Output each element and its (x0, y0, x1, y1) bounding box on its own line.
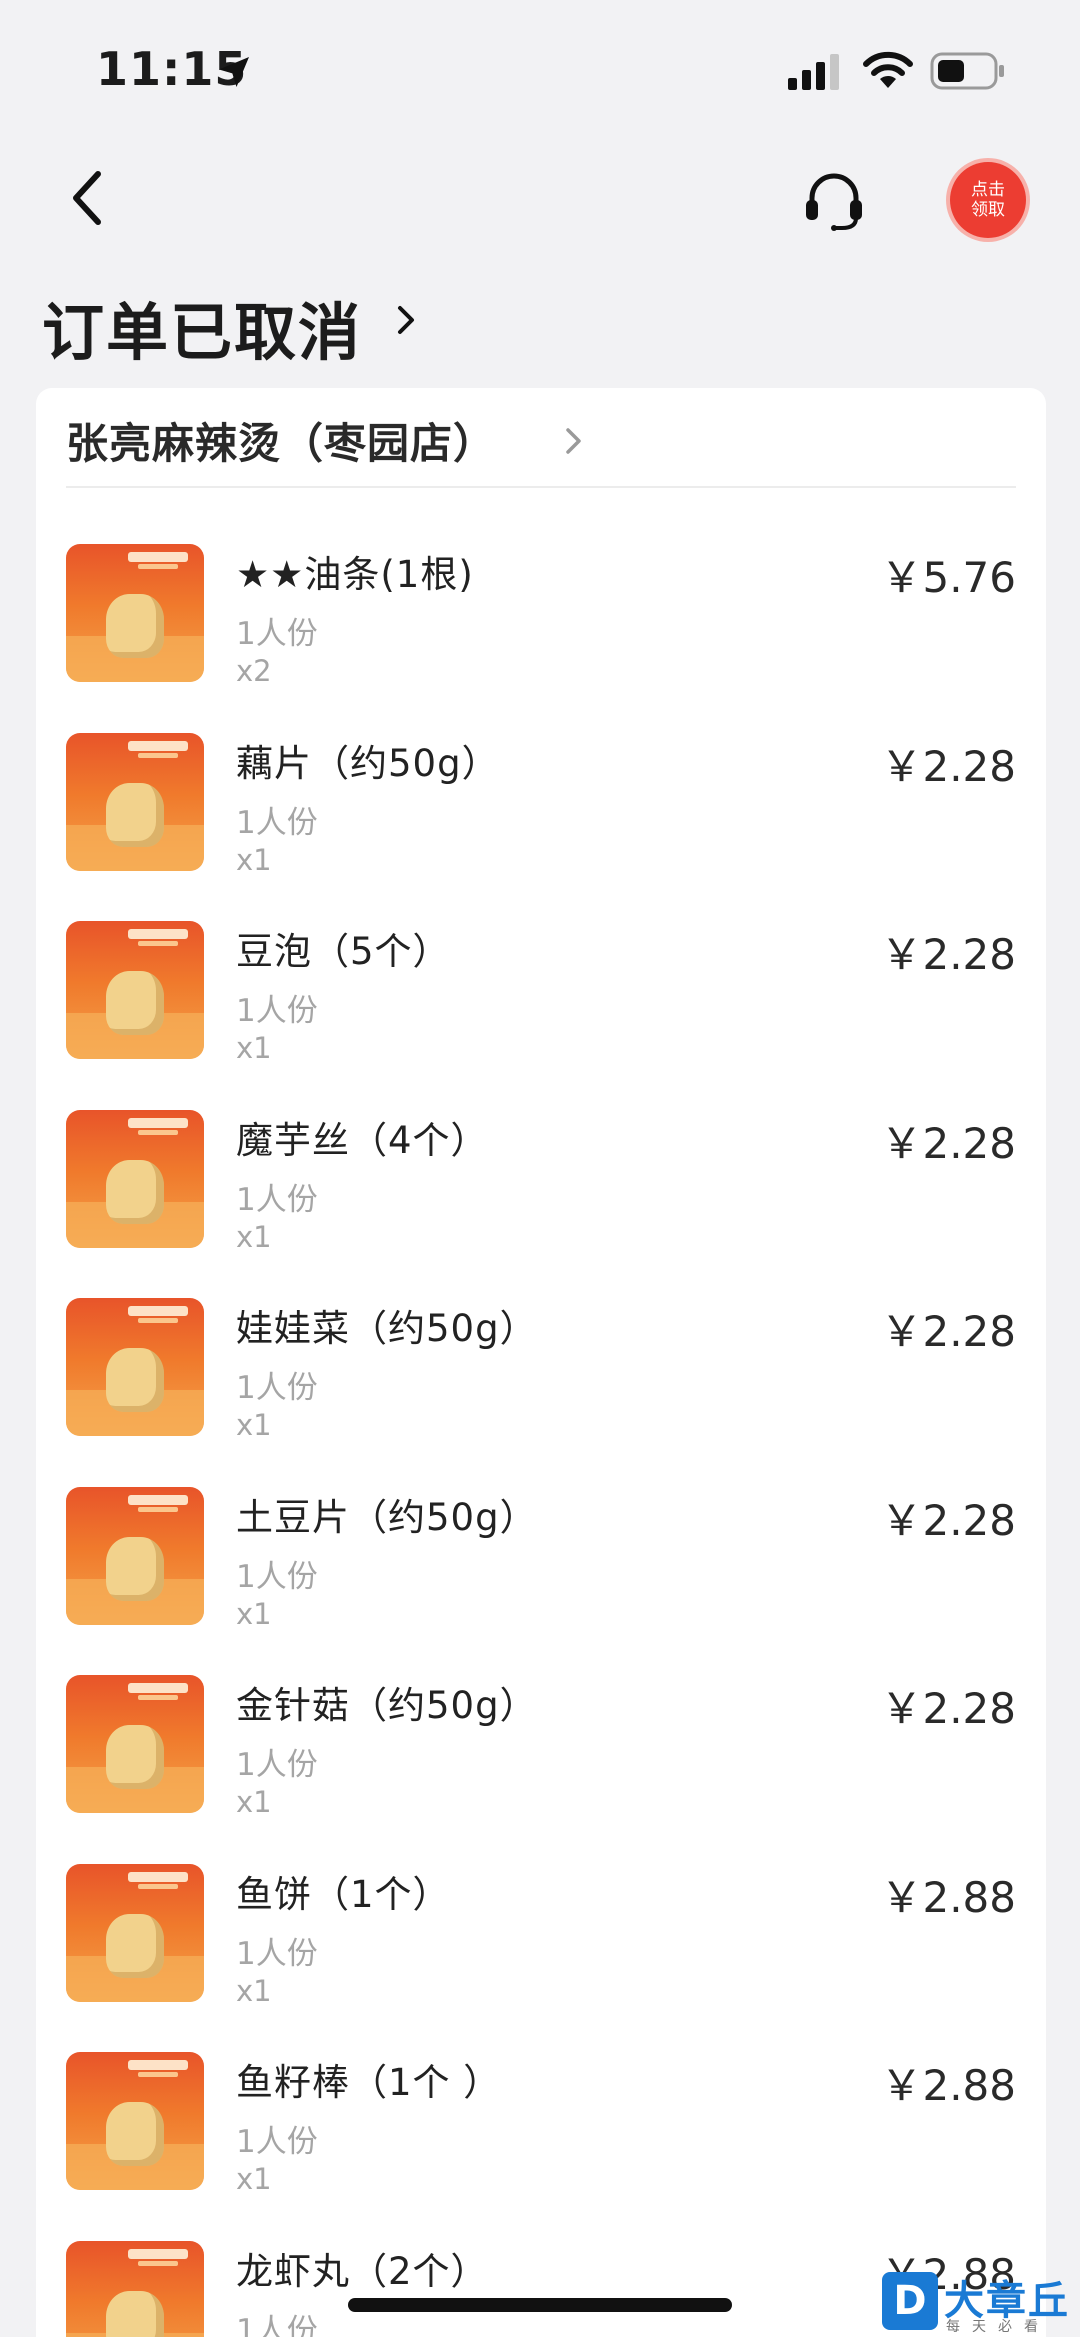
brand-logo-icon (128, 2060, 188, 2078)
item-price: ￥2.88 (880, 1872, 1016, 1922)
item-thumbnail (66, 1486, 204, 1625)
item-price: ￥2.28 (880, 1495, 1016, 1545)
brand-logo-icon (128, 929, 188, 947)
item-name: 藕片（约50g） (236, 741, 500, 785)
item-name: 土豆片（约50g） (236, 1495, 538, 1539)
item-thumbnail (66, 1298, 204, 1436)
chevron-right-icon[interactable] (392, 298, 422, 342)
item-thumbnail (66, 2052, 204, 2190)
order-item[interactable]: 鱼饼（1个） 1人份 x1 ￥2.88 (66, 1863, 1016, 2053)
order-item[interactable]: 龙虾丸（2个） 1人份 ￥2.88 (66, 2240, 1016, 2337)
brand-logo-icon (128, 740, 188, 759)
item-thumbnail (66, 732, 204, 871)
item-quantity: x1 (236, 1219, 272, 1254)
item-name: 鱼籽棒（1个 ） (236, 2061, 502, 2104)
chevron-right-icon (566, 428, 581, 454)
item-name: 龙虾丸（2个） (236, 2249, 489, 2293)
item-spec: 1人份 (236, 1370, 318, 1406)
coupon-claim-button[interactable]: 点击 领取 (950, 162, 1026, 238)
wifi-icon (863, 51, 913, 88)
brand-logo-icon (128, 1494, 188, 1513)
store-name: 张亮麻辣烫（枣园店） (66, 419, 497, 468)
item-quantity: x2 (236, 654, 272, 688)
divider (66, 486, 1016, 488)
item-thumbnail (66, 1863, 204, 2002)
item-spec: 1人份 (236, 1181, 318, 1218)
order-item[interactable]: 魔芋丝（4个） 1人份 x1 ￥2.28 (66, 1109, 1016, 1299)
brand-logo-icon (128, 2248, 188, 2267)
item-price: ￥2.28 (880, 1118, 1016, 1168)
item-price: ￥2.28 (880, 1307, 1016, 1356)
brand-logo-icon (128, 1306, 188, 1324)
brand-logo-icon (128, 1683, 188, 1701)
status-bar: 11:15 (0, 0, 1080, 140)
item-spec: 1人份 (236, 1747, 318, 1783)
item-spec: 1人份 (236, 2124, 318, 2160)
order-item[interactable]: 金针菇（约50g） 1人份 x1 ￥2.28 (66, 1675, 1016, 1864)
item-quantity: x1 (236, 1031, 272, 1065)
item-spec: 1人份 (236, 1935, 318, 1972)
item-price: ￥5.76 (880, 553, 1016, 602)
order-item[interactable]: 娃娃菜（约50g） 1人份 x1 ￥2.28 (66, 1298, 1016, 1487)
order-item[interactable]: 土豆片（约50g） 1人份 x1 ￥2.28 (66, 1486, 1016, 1676)
watermark: D 大章丘 每天必看 (882, 2268, 1080, 2337)
item-spec: 1人份 (236, 616, 318, 652)
item-thumbnail (66, 1675, 204, 1813)
order-item[interactable]: 藕片（约50g） 1人份 x1 ￥2.28 (66, 732, 1016, 922)
back-chevron-icon[interactable] (62, 168, 114, 228)
page-title[interactable]: 订单已取消 (42, 282, 362, 372)
order-items-list: ★★油条(1根) 1人份 x2 ￥5.76 藕片（约50g） 1人份 x1 ￥2… (66, 544, 1016, 2337)
item-thumbnail (66, 1109, 204, 1248)
customer-service-headset-icon[interactable] (802, 168, 866, 232)
item-price: ￥2.28 (880, 930, 1016, 979)
item-thumbnail (66, 544, 204, 682)
item-spec: 1人份 (236, 1558, 318, 1595)
item-spec: 1人份 (236, 2312, 318, 2337)
item-name: 鱼饼（1个） (236, 1872, 451, 1916)
order-item[interactable]: 豆泡（5个） 1人份 x1 ￥2.28 (66, 921, 1016, 1110)
brand-logo-icon (128, 552, 188, 570)
item-price: ￥2.28 (880, 741, 1016, 791)
coupon-line2: 领取 (971, 200, 1005, 220)
order-item[interactable]: ★★油条(1根) 1人份 x2 ￥5.76 (66, 544, 1016, 733)
item-thumbnail (66, 921, 204, 1059)
item-name: 豆泡（5个） (236, 930, 451, 973)
watermark-subtext: 每天必看 (946, 2319, 1050, 2335)
item-thumbnail (66, 2240, 204, 2337)
item-name: 娃娃菜（约50g） (236, 1307, 538, 1350)
item-quantity: x1 (236, 1973, 272, 2008)
home-indicator[interactable] (348, 2298, 732, 2312)
order-item[interactable]: 鱼籽棒（1个 ） 1人份 x1 ￥2.88 (66, 2052, 1016, 2241)
item-price: ￥2.28 (880, 1684, 1016, 1733)
location-arrow-icon (219, 57, 249, 87)
item-quantity: x1 (236, 842, 272, 877)
item-name: 金针菇（约50g） (236, 1684, 538, 1727)
battery-icon (930, 52, 1004, 90)
item-quantity: x1 (236, 1408, 272, 1442)
item-quantity: x1 (236, 1785, 272, 1819)
brand-logo-icon (128, 1871, 188, 1890)
item-name: ★★油条(1根) (236, 553, 474, 596)
cellular-signal-icon (788, 54, 839, 90)
watermark-badge: D (882, 2272, 938, 2330)
item-price: ￥2.88 (880, 2061, 1016, 2110)
item-quantity: x1 (236, 2162, 272, 2196)
item-name: 魔芋丝（4个） (236, 1118, 489, 1162)
store-header[interactable]: 张亮麻辣烫（枣园店） (66, 398, 1016, 486)
item-spec: 1人份 (236, 993, 318, 1029)
coupon-line1: 点击 (971, 180, 1005, 200)
item-spec: 1人份 (236, 804, 318, 841)
order-card: 张亮麻辣烫（枣园店） ★★油条(1根) 1人份 x2 ￥5.76 藕片（约50g… (36, 388, 1046, 2337)
item-quantity: x1 (236, 1596, 272, 1631)
brand-logo-icon (128, 1117, 188, 1136)
